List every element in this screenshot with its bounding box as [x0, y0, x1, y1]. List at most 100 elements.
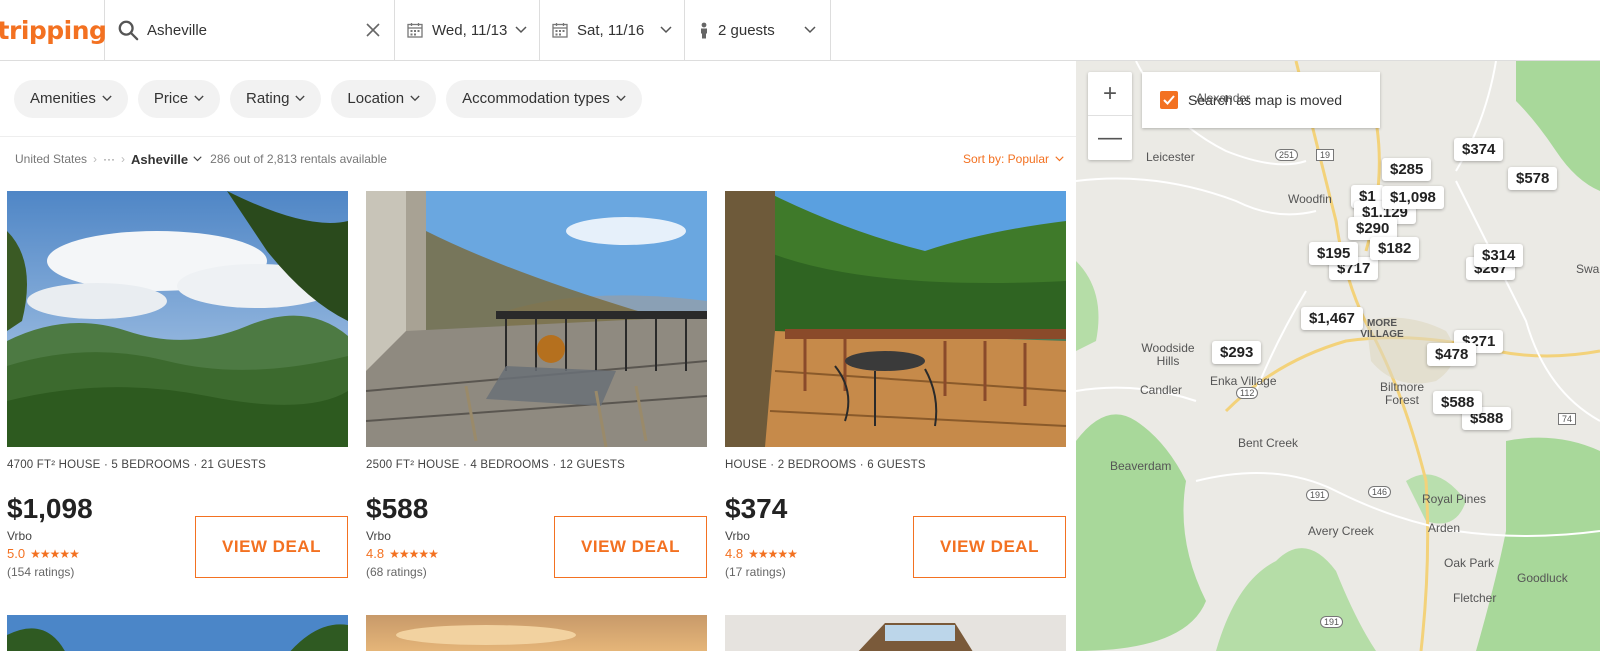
person-icon [701, 22, 707, 38]
filter-location[interactable]: Location [331, 79, 437, 118]
map-price-pin[interactable]: $285 [1382, 158, 1432, 181]
checkout-label: Sat, 11/16 [577, 21, 645, 39]
results-count: 286 out of 2,813 rentals available [210, 152, 387, 166]
filter-accommodation-types[interactable]: Accommodation types [446, 79, 642, 118]
filter-label: Accommodation types [462, 90, 610, 107]
map-price-pin[interactable]: $374 [1454, 138, 1504, 161]
star-rating-icon: ★★★★★ [30, 546, 80, 561]
listing-card[interactable] [366, 615, 707, 651]
breadcrumb-city-label: Asheville [131, 151, 189, 167]
filter-label: Rating [246, 90, 290, 107]
map-price-pin[interactable]: $578 [1508, 167, 1558, 190]
listing-price: $588 [366, 493, 429, 524]
top-bar: tripping Wed, 11/13 Sat, 11/16 2 guests [0, 0, 1600, 61]
sort-label: Sort by: Popular [962, 152, 1049, 166]
map-place-label: Biltmore Forest [1379, 380, 1424, 407]
listing-rating: 5.0 ★★★★★ [7, 546, 80, 561]
star-rating-icon: ★★★★★ [748, 546, 798, 561]
breadcrumb-separator: › [93, 152, 98, 166]
view-deal-button[interactable]: VIEW DEAL [913, 516, 1066, 578]
chevron-down-icon [804, 26, 816, 34]
filter-bar: Amenities Price Rating Location Accommod… [0, 61, 1076, 137]
rating-value: 4.8 [366, 546, 385, 561]
checkin-date-picker[interactable]: Wed, 11/13 [395, 0, 540, 60]
filter-label: Amenities [30, 90, 96, 107]
map-place-label: Woodside Hills [1141, 341, 1195, 368]
map-place-label: Oak Park [1444, 556, 1495, 570]
listing-photo[interactable] [7, 615, 348, 651]
listing-vendor: Vrbo [366, 529, 391, 543]
breadcrumb-ellipsis[interactable]: ··· [103, 152, 115, 166]
map-price-pin[interactable]: $293 [1212, 341, 1262, 364]
filter-rating[interactable]: Rating [230, 79, 322, 118]
map-price-pin[interactable]: $1,098 [1382, 186, 1444, 209]
chevron-down-icon [616, 95, 626, 102]
map-panel[interactable]: + — Search as map is moved Alexander Lei… [1076, 61, 1600, 651]
map-price-pin[interactable]: $1,467 [1301, 307, 1363, 330]
map-price-pin[interactable]: $478 [1427, 343, 1477, 366]
listing-card[interactable]: HOUSE · 2 BEDROOMS · 6 GUESTS $374 Vrbo … [725, 191, 1066, 579]
road-shield-icon: 146 [1368, 486, 1392, 498]
chevron-down-icon [295, 95, 306, 102]
listing-photo[interactable] [725, 191, 1066, 447]
view-deal-button[interactable]: VIEW DEAL [195, 516, 348, 578]
results-panel: Amenities Price Rating Location Accommod… [0, 61, 1076, 651]
calendar-icon [407, 23, 423, 38]
listing-card[interactable]: 2500 FT² HOUSE · 4 BEDROOMS · 12 GUESTS … [366, 191, 707, 579]
listing-price: $374 [725, 493, 788, 524]
map-price-pin[interactable]: $314 [1474, 244, 1524, 267]
listing-card[interactable] [725, 615, 1066, 651]
map-price-pin[interactable]: $182 [1370, 237, 1420, 260]
map-place-label: Royal Pines [1422, 492, 1487, 506]
breadcrumb: United States › ··· › Asheville 286 out … [0, 137, 1076, 181]
listing-card[interactable]: 4700 FT² HOUSE · 5 BEDROOMS · 21 GUESTS … [7, 191, 348, 579]
map-place-label: Alexander [1196, 91, 1251, 105]
listing-photo[interactable] [366, 191, 707, 447]
clear-icon[interactable] [364, 21, 382, 39]
zoom-out-button[interactable]: — [1088, 116, 1132, 160]
calendar-icon [552, 23, 568, 38]
map-place-label: Beaverdam [1110, 459, 1172, 473]
road-shield-icon: 112 [1236, 387, 1259, 399]
search-box[interactable] [105, 0, 395, 60]
map-price-pin[interactable]: $588 [1433, 391, 1483, 414]
sort-dropdown[interactable]: Sort by: Popular [963, 137, 1064, 181]
listing-vendor: Vrbo [7, 529, 32, 543]
checkbox-checked-icon[interactable] [1160, 91, 1178, 109]
listing-card[interactable] [7, 615, 348, 651]
chevron-down-icon [515, 26, 527, 34]
search-as-map-moved-toggle[interactable]: Search as map is moved [1142, 72, 1380, 128]
tripping-logo[interactable]: tripping [0, 0, 107, 60]
chevron-down-icon [102, 95, 112, 102]
ratings-count: (17 ratings) [725, 565, 786, 579]
star-rating-icon: ★★★★★ [389, 546, 439, 561]
checkin-label: Wed, 11/13 [432, 21, 508, 39]
listing-specs: HOUSE · 2 BEDROOMS · 6 GUESTS [725, 459, 926, 471]
rating-value: 5.0 [7, 546, 26, 561]
guests-label: 2 guests [718, 21, 775, 39]
map-price-pin[interactable]: $195 [1309, 242, 1359, 265]
map-place-label: Enka Village [1210, 374, 1277, 388]
chevron-down-icon [660, 26, 672, 34]
filter-price[interactable]: Price [137, 79, 221, 118]
listing-photo[interactable] [366, 615, 707, 651]
zoom-in-button[interactable]: + [1088, 72, 1132, 116]
breadcrumb-country[interactable]: United States [15, 152, 87, 166]
filter-amenities[interactable]: Amenities [14, 79, 128, 118]
filter-label: Location [347, 90, 405, 107]
search-input[interactable] [147, 21, 364, 39]
breadcrumb-city[interactable]: Asheville [131, 152, 202, 167]
listing-photo[interactable] [725, 615, 1066, 651]
map-place-label: Goodluck [1517, 571, 1568, 585]
map-place-label: Candler [1140, 383, 1183, 397]
listing-vendor: Vrbo [725, 529, 750, 543]
view-deal-button[interactable]: VIEW DEAL [554, 516, 707, 578]
listing-photo[interactable] [7, 191, 348, 447]
checkout-date-picker[interactable]: Sat, 11/16 [540, 0, 685, 60]
guests-selector[interactable]: 2 guests [685, 0, 831, 60]
ratings-count: (154 ratings) [7, 565, 75, 579]
chevron-down-icon [194, 95, 204, 102]
listing-specs: 4700 FT² HOUSE · 5 BEDROOMS · 21 GUESTS [7, 459, 266, 471]
map-place-label: Avery Creek [1308, 524, 1374, 538]
road-shield-icon: 191 [1306, 489, 1330, 501]
